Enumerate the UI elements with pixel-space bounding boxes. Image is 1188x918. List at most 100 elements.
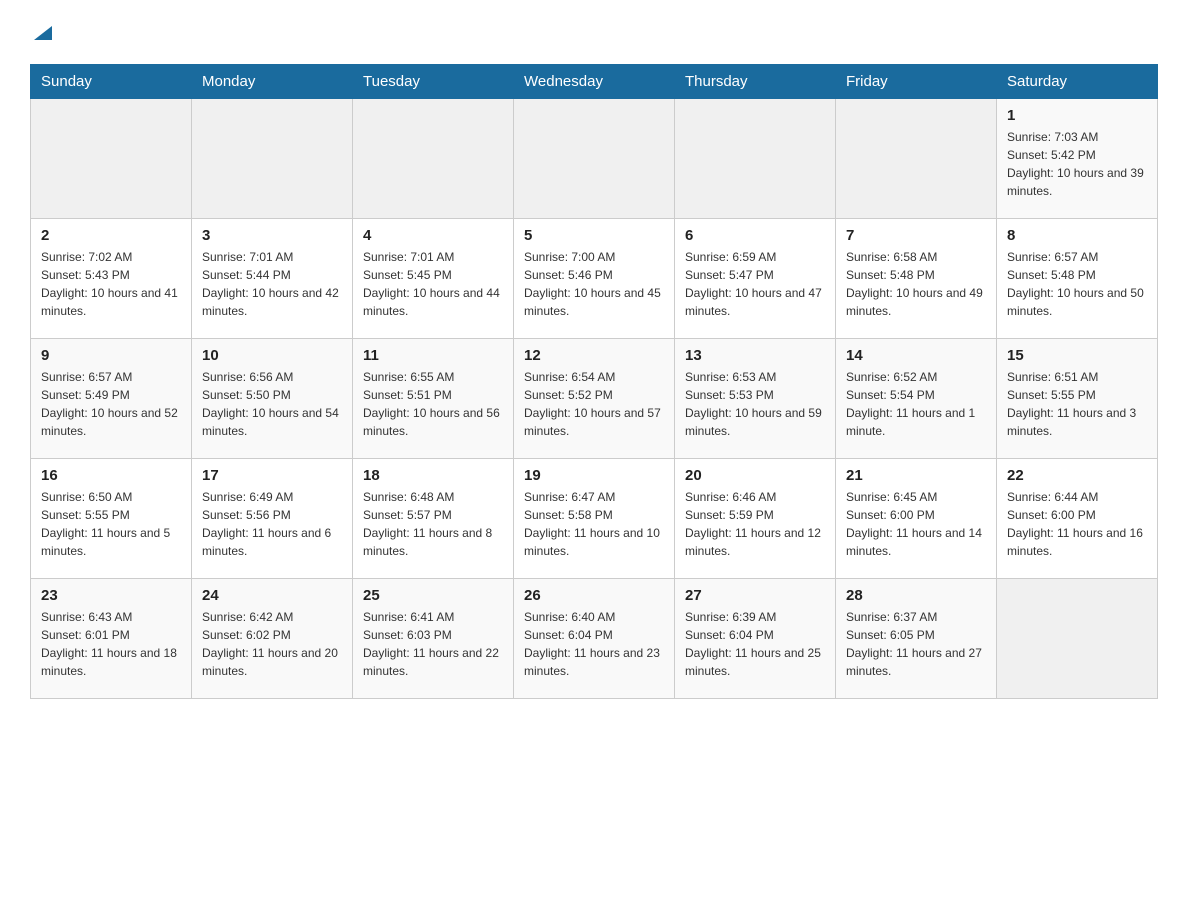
day-info: Sunrise: 6:37 AMSunset: 6:05 PMDaylight:… (846, 608, 986, 680)
day-number: 8 (1007, 227, 1147, 244)
calendar-cell: 14 Sunrise: 6:52 AMSunset: 5:54 PMDayligh… (836, 339, 997, 459)
day-of-week-header: Thursday (675, 65, 836, 99)
day-info: Sunrise: 6:58 AMSunset: 5:48 PMDaylight:… (846, 248, 986, 320)
day-info: Sunrise: 6:45 AMSunset: 6:00 PMDaylight:… (846, 488, 986, 560)
day-number: 25 (363, 587, 503, 604)
calendar-body: 1 Sunrise: 7:03 AMSunset: 5:42 PMDaylight… (31, 99, 1158, 699)
calendar-cell (192, 99, 353, 219)
day-info: Sunrise: 6:50 AMSunset: 5:55 PMDaylight:… (41, 488, 181, 560)
calendar-cell: 12 Sunrise: 6:54 AMSunset: 5:52 PMDayligh… (514, 339, 675, 459)
calendar-cell (997, 579, 1158, 699)
day-info: Sunrise: 7:02 AMSunset: 5:43 PMDaylight:… (41, 248, 181, 320)
day-number: 14 (846, 347, 986, 364)
calendar-cell: 21 Sunrise: 6:45 AMSunset: 6:00 PMDayligh… (836, 459, 997, 579)
calendar-cell: 19 Sunrise: 6:47 AMSunset: 5:58 PMDayligh… (514, 459, 675, 579)
day-number: 20 (685, 467, 825, 484)
day-of-week-header: Sunday (31, 65, 192, 99)
calendar-cell: 17 Sunrise: 6:49 AMSunset: 5:56 PMDayligh… (192, 459, 353, 579)
calendar-cell (836, 99, 997, 219)
calendar-cell: 7 Sunrise: 6:58 AMSunset: 5:48 PMDaylight… (836, 219, 997, 339)
day-number: 11 (363, 347, 503, 364)
day-number: 21 (846, 467, 986, 484)
day-number: 4 (363, 227, 503, 244)
page-header (30, 20, 1158, 44)
day-number: 3 (202, 227, 342, 244)
calendar-cell (353, 99, 514, 219)
day-info: Sunrise: 6:59 AMSunset: 5:47 PMDaylight:… (685, 248, 825, 320)
calendar-cell: 18 Sunrise: 6:48 AMSunset: 5:57 PMDayligh… (353, 459, 514, 579)
day-of-week-header: Monday (192, 65, 353, 99)
calendar-header: SundayMondayTuesdayWednesdayThursdayFrid… (31, 65, 1158, 99)
day-number: 24 (202, 587, 342, 604)
calendar-cell: 6 Sunrise: 6:59 AMSunset: 5:47 PMDaylight… (675, 219, 836, 339)
calendar-week-row: 1 Sunrise: 7:03 AMSunset: 5:42 PMDaylight… (31, 99, 1158, 219)
calendar-week-row: 16 Sunrise: 6:50 AMSunset: 5:55 PMDayligh… (31, 459, 1158, 579)
calendar-cell: 2 Sunrise: 7:02 AMSunset: 5:43 PMDaylight… (31, 219, 192, 339)
day-info: Sunrise: 6:57 AMSunset: 5:48 PMDaylight:… (1007, 248, 1147, 320)
calendar-cell: 26Sunrise: 6:40 AMSunset: 6:04 PMDayligh… (514, 579, 675, 699)
day-number: 10 (202, 347, 342, 364)
calendar-cell: 23 Sunrise: 6:43 AMSunset: 6:01 PMDayligh… (31, 579, 192, 699)
day-number: 18 (363, 467, 503, 484)
day-info: Sunrise: 6:52 AMSunset: 5:54 PMDaylight:… (846, 368, 986, 440)
calendar-week-row: 9Sunrise: 6:57 AMSunset: 5:49 PMDaylight… (31, 339, 1158, 459)
day-number: 7 (846, 227, 986, 244)
day-info: Sunrise: 6:46 AMSunset: 5:59 PMDaylight:… (685, 488, 825, 560)
calendar-week-row: 2 Sunrise: 7:02 AMSunset: 5:43 PMDaylight… (31, 219, 1158, 339)
day-number: 17 (202, 467, 342, 484)
day-number: 22 (1007, 467, 1147, 484)
calendar-cell: 20 Sunrise: 6:46 AMSunset: 5:59 PMDayligh… (675, 459, 836, 579)
day-of-week-header: Friday (836, 65, 997, 99)
calendar-cell: 22 Sunrise: 6:44 AMSunset: 6:00 PMDayligh… (997, 459, 1158, 579)
calendar-cell: 5Sunrise: 7:00 AMSunset: 5:46 PMDaylight… (514, 219, 675, 339)
day-info: Sunrise: 6:49 AMSunset: 5:56 PMDaylight:… (202, 488, 342, 560)
calendar-cell: 8 Sunrise: 6:57 AMSunset: 5:48 PMDaylight… (997, 219, 1158, 339)
calendar-cell: 15Sunrise: 6:51 AMSunset: 5:55 PMDayligh… (997, 339, 1158, 459)
day-info: Sunrise: 6:41 AMSunset: 6:03 PMDaylight:… (363, 608, 503, 680)
day-number: 1 (1007, 107, 1147, 124)
day-info: Sunrise: 6:39 AMSunset: 6:04 PMDaylight:… (685, 608, 825, 680)
calendar-cell: 16 Sunrise: 6:50 AMSunset: 5:55 PMDayligh… (31, 459, 192, 579)
calendar-cell: 28 Sunrise: 6:37 AMSunset: 6:05 PMDayligh… (836, 579, 997, 699)
day-number: 5 (524, 227, 664, 244)
day-info: Sunrise: 6:54 AMSunset: 5:52 PMDaylight:… (524, 368, 664, 440)
day-of-week-header: Tuesday (353, 65, 514, 99)
day-number: 2 (41, 227, 181, 244)
day-of-week-header: Saturday (997, 65, 1158, 99)
day-number: 27 (685, 587, 825, 604)
calendar-cell: 1 Sunrise: 7:03 AMSunset: 5:42 PMDaylight… (997, 99, 1158, 219)
calendar-cell: 4 Sunrise: 7:01 AMSunset: 5:45 PMDaylight… (353, 219, 514, 339)
day-info: Sunrise: 6:53 AMSunset: 5:53 PMDaylight:… (685, 368, 825, 440)
day-info: Sunrise: 6:44 AMSunset: 6:00 PMDaylight:… (1007, 488, 1147, 560)
day-info: Sunrise: 6:56 AMSunset: 5:50 PMDaylight:… (202, 368, 342, 440)
day-info: Sunrise: 6:42 AMSunset: 6:02 PMDaylight:… (202, 608, 342, 680)
calendar-cell: 11 Sunrise: 6:55 AMSunset: 5:51 PMDayligh… (353, 339, 514, 459)
calendar-cell: 25 Sunrise: 6:41 AMSunset: 6:03 PMDayligh… (353, 579, 514, 699)
day-number: 23 (41, 587, 181, 604)
calendar-cell: 27 Sunrise: 6:39 AMSunset: 6:04 PMDayligh… (675, 579, 836, 699)
days-of-week-row: SundayMondayTuesdayWednesdayThursdayFrid… (31, 65, 1158, 99)
day-number: 6 (685, 227, 825, 244)
day-info: Sunrise: 6:43 AMSunset: 6:01 PMDaylight:… (41, 608, 181, 680)
day-info: Sunrise: 6:48 AMSunset: 5:57 PMDaylight:… (363, 488, 503, 560)
day-number: 12 (524, 347, 664, 364)
calendar-table: SundayMondayTuesdayWednesdayThursdayFrid… (30, 64, 1158, 699)
day-number: 16 (41, 467, 181, 484)
day-number: 13 (685, 347, 825, 364)
day-info: Sunrise: 7:03 AMSunset: 5:42 PMDaylight:… (1007, 128, 1147, 200)
day-info: Sunrise: 6:57 AMSunset: 5:49 PMDaylight:… (41, 368, 181, 440)
calendar-cell: 3Sunrise: 7:01 AMSunset: 5:44 PMDaylight… (192, 219, 353, 339)
day-info: Sunrise: 7:01 AMSunset: 5:45 PMDaylight:… (363, 248, 503, 320)
calendar-cell: 13 Sunrise: 6:53 AMSunset: 5:53 PMDayligh… (675, 339, 836, 459)
calendar-cell (675, 99, 836, 219)
day-number: 28 (846, 587, 986, 604)
day-info: Sunrise: 6:40 AMSunset: 6:04 PMDaylight:… (524, 608, 664, 680)
logo (30, 20, 54, 44)
day-info: Sunrise: 6:51 AMSunset: 5:55 PMDaylight:… (1007, 368, 1147, 440)
calendar-week-row: 23 Sunrise: 6:43 AMSunset: 6:01 PMDayligh… (31, 579, 1158, 699)
calendar-cell (514, 99, 675, 219)
day-of-week-header: Wednesday (514, 65, 675, 99)
day-number: 19 (524, 467, 664, 484)
day-info: Sunrise: 6:55 AMSunset: 5:51 PMDaylight:… (363, 368, 503, 440)
day-info: Sunrise: 6:47 AMSunset: 5:58 PMDaylight:… (524, 488, 664, 560)
